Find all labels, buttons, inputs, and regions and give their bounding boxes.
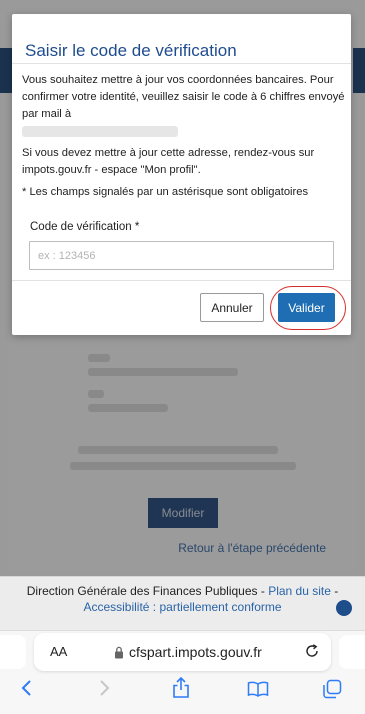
title-divider	[12, 63, 351, 64]
site-map-link[interactable]: Plan du site	[268, 584, 331, 598]
url-display[interactable]: cfspart.impots.gouv.fr	[114, 644, 262, 660]
footer-text: Direction Générale des Finances Publique…	[26, 584, 269, 598]
back-icon[interactable]	[20, 679, 34, 697]
reload-icon[interactable]	[304, 643, 320, 659]
forward-icon[interactable]	[97, 679, 111, 697]
dialog-title: Saisir le code de vérification	[25, 41, 237, 60]
share-icon[interactable]	[172, 677, 190, 699]
footer-dash: -	[330, 584, 339, 598]
identity-instructions: Vous souhaitez mettre à jour vos coordon…	[22, 74, 345, 120]
verification-code-dialog: Saisir le code de vérification Vous souh…	[12, 14, 351, 335]
next-tab-preview[interactable]	[339, 635, 365, 669]
previous-tab-preview[interactable]	[0, 635, 26, 669]
browser-toolbar: AA cfspart.impots.gouv.fr	[0, 630, 365, 714]
code-field-label: Code de vérification *	[30, 221, 140, 233]
url-text: cfspart.impots.gouv.fr	[129, 644, 262, 660]
text-size-button[interactable]: AA	[50, 644, 67, 659]
verification-code-input[interactable]	[29, 241, 334, 270]
masked-email	[22, 125, 178, 137]
bookmarks-icon[interactable]	[247, 681, 269, 697]
footer-divider	[12, 280, 351, 281]
lock-icon	[115, 646, 123, 658]
dialog-body: Vous souhaitez mettre à jour vos coordon…	[22, 72, 346, 201]
help-bubble-icon[interactable]	[336, 600, 352, 616]
text-size-label: AA	[50, 644, 68, 659]
highlight-circle	[270, 286, 346, 330]
address-bar[interactable]: AA cfspart.impots.gouv.fr	[34, 633, 331, 671]
tabs-icon[interactable]	[322, 679, 342, 699]
site-footer: Direction Générale des Finances Publique…	[0, 576, 365, 630]
required-fields-note: * Les champs signalés par un astérisque …	[22, 186, 309, 198]
accessibility-link[interactable]: Accessibilité : partiellement conforme	[83, 600, 281, 614]
update-address-instructions: Si vous devez mettre à jour cette adress…	[22, 147, 315, 176]
cancel-button[interactable]: Annuler	[200, 293, 264, 322]
